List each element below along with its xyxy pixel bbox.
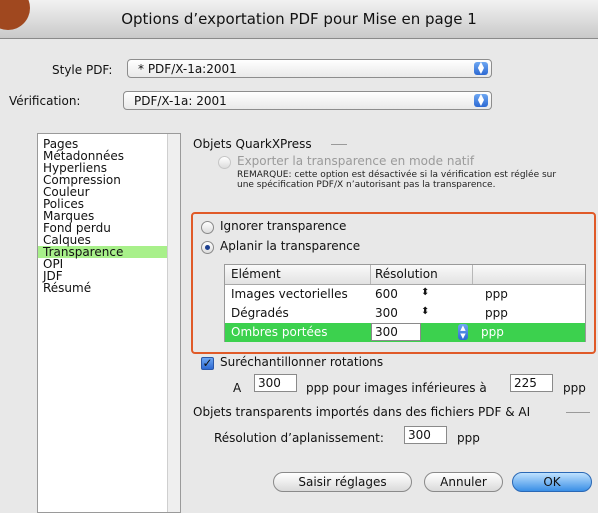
ppp-for-images-label: ppp pour images inférieures à bbox=[306, 381, 487, 395]
title-bar: Options d’exportation PDF pour Mise en p… bbox=[0, 0, 598, 39]
resolution-stepper-icon[interactable]: ▲ ▼ bbox=[458, 324, 468, 340]
column-divider bbox=[370, 265, 371, 284]
table-row[interactable]: Dégradés 300 ⬍ ppp bbox=[225, 304, 585, 323]
pdf-style-select[interactable]: * PDF/X-1a:2001 ▲ ▼ bbox=[127, 59, 492, 78]
ok-button[interactable]: OK bbox=[512, 472, 592, 492]
verification-select[interactable]: PDF/X-1a: 2001 ▲ ▼ bbox=[123, 91, 492, 110]
column-header-element[interactable]: Elément bbox=[231, 267, 281, 281]
ignore-transparency-label: Ignorer transparence bbox=[220, 219, 347, 233]
row-element: Images vectorielles bbox=[231, 287, 348, 301]
threshold-field[interactable]: 225 bbox=[510, 374, 553, 392]
row-unit: ppp bbox=[481, 325, 504, 339]
category-scrollbar[interactable] bbox=[167, 134, 180, 512]
oversample-label: Suréchantillonner rotations bbox=[220, 355, 384, 369]
dialog-title: Options d’exportation PDF pour Mise en p… bbox=[121, 10, 477, 28]
export-native-radio[interactable] bbox=[218, 156, 231, 169]
row-resolution: 600 bbox=[375, 287, 398, 301]
resolution-table: Elément Résolution Images vectorielles 6… bbox=[224, 264, 586, 342]
ignore-transparency-radio[interactable] bbox=[201, 221, 214, 234]
category-list[interactable]: Pages Métadonnées Hyperliens Compression… bbox=[37, 133, 181, 513]
cancel-button[interactable]: Annuler bbox=[424, 472, 503, 492]
stepper-icon[interactable]: ⬍ bbox=[421, 287, 429, 298]
a-label: A bbox=[233, 381, 242, 395]
quark-section-title: Objets QuarkXPress bbox=[193, 137, 312, 151]
export-dialog: Options d’exportation PDF pour Mise en p… bbox=[0, 0, 598, 513]
save-settings-button[interactable]: Saisir réglages bbox=[273, 472, 412, 492]
section-divider bbox=[566, 412, 590, 413]
popup-arrows-icon: ▲ ▼ bbox=[474, 93, 488, 107]
column-header-resolution[interactable]: Résolution bbox=[375, 267, 438, 281]
table-row[interactable]: Images vectorielles 600 ⬍ ppp bbox=[225, 285, 585, 304]
resolution-edit-field[interactable]: 300 bbox=[371, 323, 421, 341]
export-native-label: Exporter la transparence en mode natif bbox=[237, 154, 475, 168]
pdf-style-value: * PDF/X-1a:2001 bbox=[138, 62, 237, 76]
category-item-summary[interactable]: Résumé bbox=[38, 282, 180, 294]
table-row-selected[interactable]: Ombres portées 300 ▲ ▼ ppp bbox=[225, 323, 585, 342]
row-unit: ppp bbox=[485, 306, 508, 320]
flatten-resolution-unit: ppp bbox=[457, 431, 480, 445]
verification-label: Vérification: bbox=[9, 94, 81, 108]
column-divider bbox=[472, 265, 473, 284]
table-header: Elément Résolution bbox=[225, 265, 585, 285]
popup-arrows-icon: ▲ ▼ bbox=[474, 61, 488, 75]
oversample-checkbox[interactable]: ✓ bbox=[201, 357, 214, 370]
row-element: Dégradés bbox=[231, 306, 289, 320]
row-resolution: 300 bbox=[375, 306, 398, 320]
flatten-transparency-radio[interactable] bbox=[201, 241, 214, 254]
pdf-style-label: Style PDF: bbox=[52, 63, 113, 77]
flatten-resolution-field[interactable]: 300 bbox=[404, 426, 447, 444]
flatten-transparency-label: Aplanir la transparence bbox=[220, 239, 361, 253]
row-element: Ombres portées bbox=[231, 325, 328, 339]
ppp-suffix: ppp bbox=[563, 381, 586, 395]
row-unit: ppp bbox=[485, 287, 508, 301]
verification-value: PDF/X-1a: 2001 bbox=[134, 94, 227, 108]
pdfx-note: REMARQUE: cette option est désactivée si… bbox=[237, 170, 557, 190]
flatten-resolution-label: Résolution d’aplanissement: bbox=[214, 431, 384, 445]
stepper-icon[interactable]: ⬍ bbox=[421, 306, 429, 317]
imported-section-title: Objets transparents importés dans des fi… bbox=[193, 405, 531, 419]
oversample-ppp-field[interactable]: 300 bbox=[254, 374, 297, 392]
section-divider bbox=[331, 144, 347, 145]
